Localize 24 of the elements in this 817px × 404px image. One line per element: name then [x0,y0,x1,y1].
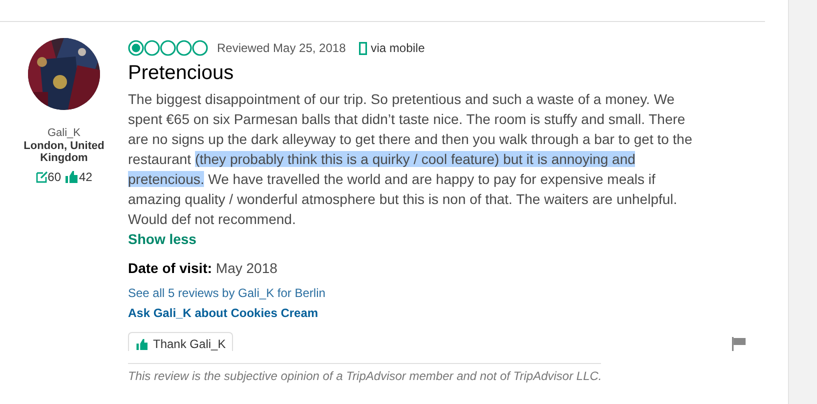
thumbs-up-icon [65,171,78,183]
rating-bubble-icon [128,40,144,56]
ask-reviewer-link[interactable]: Ask Gali_K about Cookies Cream [128,305,318,321]
review-title: Pretencious [128,61,235,85]
thumbs-up-icon [136,338,148,350]
helpful-votes-count: 42 [79,170,92,184]
via-mobile-label: via mobile [370,41,425,55]
review-date: Reviewed May 25, 2018 [217,41,346,55]
date-of-visit: Date of visit: May 2018 [128,259,278,277]
edit-icon [36,171,48,183]
flag-icon[interactable] [732,336,746,350]
rating-bubble-icon [176,40,192,56]
phone-icon [358,42,367,54]
thank-button[interactable]: Thank Gali_K [128,332,233,351]
review-disclaimer: This review is the subjective opinion of a TripAdvisor member and not of TripAdvisor LLC. [128,369,602,383]
rating-bubble-icon [144,40,160,56]
review-count: 60 [48,170,61,184]
review-text: The biggest disappointment of our trip. So pretentious and such a waste of a money. We spent €65 on six Parmesan balls that didn’t taste nice. The room is stuffy and small. There are no signs up the dark alleyway to get there and then you walk through a bar to get to the restaurant (they probably think this is a quirky / cool feature) but it is annoying and pretencious. We have travelled the world and are happy to pay for expensive meals if amazing quality / wonderful atmosphere but this is non of that. The waiters are unhelpful. Would def not recommend. [128,90,694,229]
see-all-reviews-link[interactable]: See all 5 reviews by Gali_K for Berlin [128,285,326,301]
rating-bubble-icon [160,40,176,56]
rating-bubble-icon [192,40,208,56]
username[interactable]: Gali_K [47,127,81,139]
user-location: London, United Kingdom [22,140,106,164]
show-less-link[interactable]: Show less [128,230,196,248]
